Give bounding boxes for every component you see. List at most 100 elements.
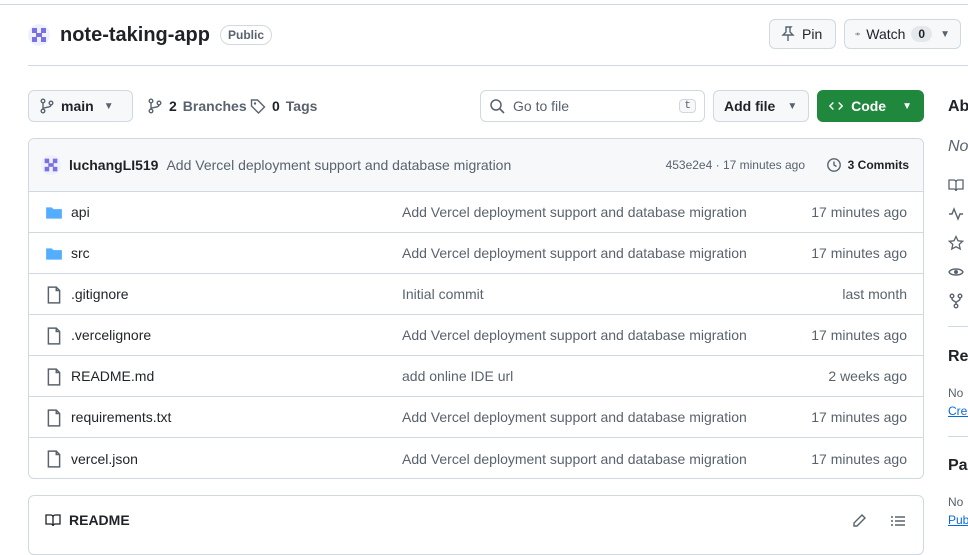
top-border <box>0 0 968 5</box>
pin-button[interactable]: Pin <box>769 19 836 49</box>
file-commit-time: 2 weeks ago <box>828 368 907 384</box>
tags-count: 0 <box>272 98 280 114</box>
code-button[interactable]: Code ▼ <box>817 90 924 122</box>
file-icon <box>47 286 61 304</box>
repo-owner-avatar[interactable] <box>28 24 50 46</box>
commit-meta[interactable]: 453e2e4 · 17 minutes ago <box>666 158 805 172</box>
commits-link[interactable]: 3 Commits <box>826 157 909 173</box>
readme-title: README <box>69 512 130 528</box>
file-row[interactable]: src Add Vercel deployment support and da… <box>29 233 923 274</box>
packages-text: No <box>948 495 964 509</box>
file-commit-message[interactable]: add online IDE url <box>402 368 513 384</box>
chevron-down-icon: ▼ <box>902 100 912 112</box>
about-heading: Ab <box>948 98 968 115</box>
folder-icon <box>46 207 62 219</box>
file-icon <box>47 327 61 345</box>
history-icon <box>826 158 841 172</box>
tags-link[interactable]: 0 Tags <box>250 98 317 114</box>
file-icon <box>47 450 61 468</box>
star-icon[interactable] <box>948 235 964 251</box>
file-icon <box>47 409 61 427</box>
file-name[interactable]: requirements.txt <box>71 409 171 425</box>
header-divider <box>28 65 968 66</box>
chevron-down-icon: ▼ <box>787 100 798 112</box>
file-commit-time: 17 minutes ago <box>811 245 907 261</box>
commit-message[interactable]: Add Vercel deployment support and databa… <box>166 157 511 173</box>
list-icon[interactable] <box>890 513 906 529</box>
file-row[interactable]: README.md add online IDE url 2 weeks ago <box>29 356 923 397</box>
file-name[interactable]: README.md <box>71 368 154 384</box>
commits-label: 3 Commits <box>847 158 909 172</box>
releases-heading[interactable]: Rel <box>948 348 968 366</box>
go-to-file-search[interactable]: Go to file t <box>480 90 705 122</box>
file-commit-time: last month <box>842 286 907 302</box>
chevron-down-icon[interactable]: ▼ <box>940 29 950 40</box>
file-icon <box>47 368 61 386</box>
search-input[interactable]: Go to file <box>513 98 671 114</box>
chevron-down-icon: ▼ <box>103 100 114 112</box>
book-icon <box>45 514 61 527</box>
latest-commit-bar: luchangLI519 Add Vercel deployment suppo… <box>29 139 923 192</box>
file-commit-message[interactable]: Add Vercel deployment support and databa… <box>402 245 747 261</box>
sidebar-divider <box>948 326 968 327</box>
file-name[interactable]: .gitignore <box>71 286 129 302</box>
branch-name: main <box>61 98 94 114</box>
file-row[interactable]: api Add Vercel deployment support and da… <box>29 192 923 233</box>
search-icon <box>490 99 505 114</box>
branch-selector[interactable]: main ▼ <box>28 90 133 122</box>
folder-icon <box>46 248 62 260</box>
eye-icon <box>855 32 861 36</box>
activity-icon[interactable] <box>948 206 964 222</box>
git-branch-icon <box>148 98 162 114</box>
commit-author[interactable]: luchangLI519 <box>69 157 158 173</box>
file-commit-time: 17 minutes ago <box>811 327 907 343</box>
git-branch-icon <box>40 98 54 114</box>
branches-count: 2 <box>169 98 177 114</box>
file-commit-message[interactable]: Add Vercel deployment support and databa… <box>402 409 747 425</box>
add-file-button[interactable]: Add file ▼ <box>713 90 809 122</box>
file-commit-message[interactable]: Initial commit <box>402 286 484 302</box>
code-icon <box>829 101 844 111</box>
author-avatar[interactable] <box>41 155 61 175</box>
publish-package-link[interactable]: Pub <box>948 513 968 527</box>
readme-tab[interactable]: README <box>45 512 130 528</box>
repo-name[interactable]: note-taking-app <box>60 24 210 47</box>
watch-label: Watch <box>866 26 906 42</box>
readme-panel: README <box>28 495 924 555</box>
pin-icon <box>781 26 795 41</box>
file-commit-message[interactable]: Add Vercel deployment support and databa… <box>402 451 747 467</box>
eye-icon[interactable] <box>948 264 964 280</box>
tags-label: Tags <box>285 98 318 114</box>
add-file-label: Add file <box>724 98 776 114</box>
file-commit-time: 17 minutes ago <box>811 450 907 467</box>
about-description: No <box>948 138 968 155</box>
file-name[interactable]: .vercelignore <box>71 327 151 343</box>
file-row[interactable]: vercel.json Add Vercel deployment suppor… <box>29 438 923 478</box>
file-row[interactable]: .gitignore Initial commit last month <box>29 274 923 315</box>
code-label: Code <box>851 98 887 114</box>
repo-header: note-taking-app Public <box>28 18 273 52</box>
file-name[interactable]: vercel.json <box>71 451 138 467</box>
packages-heading[interactable]: Pac <box>948 457 968 475</box>
file-name[interactable]: src <box>71 245 90 261</box>
file-commit-time: 17 minutes ago <box>811 409 907 425</box>
keyboard-shortcut-hint: t <box>679 99 696 113</box>
branches-link[interactable]: 2 Branches <box>147 98 247 114</box>
book-icon[interactable] <box>948 177 964 193</box>
releases-text: No <box>948 386 964 400</box>
file-row[interactable]: .vercelignore Add Vercel deployment supp… <box>29 315 923 356</box>
file-commit-message[interactable]: Add Vercel deployment support and databa… <box>402 327 747 343</box>
file-name[interactable]: api <box>71 204 90 220</box>
pin-label: Pin <box>802 26 823 42</box>
pencil-icon[interactable] <box>851 513 867 529</box>
watch-button[interactable]: Watch 0 ▼ <box>844 19 961 49</box>
tag-icon <box>250 99 266 114</box>
file-commit-message[interactable]: Add Vercel deployment support and databa… <box>402 204 747 220</box>
fork-icon[interactable] <box>948 293 964 309</box>
sidebar-divider <box>948 436 968 437</box>
create-release-link[interactable]: Crea <box>948 404 968 418</box>
watch-count: 0 <box>911 26 933 42</box>
visibility-badge: Public <box>220 25 273 45</box>
file-commit-time: 17 minutes ago <box>811 204 907 220</box>
file-row[interactable]: requirements.txt Add Vercel deployment s… <box>29 397 923 438</box>
